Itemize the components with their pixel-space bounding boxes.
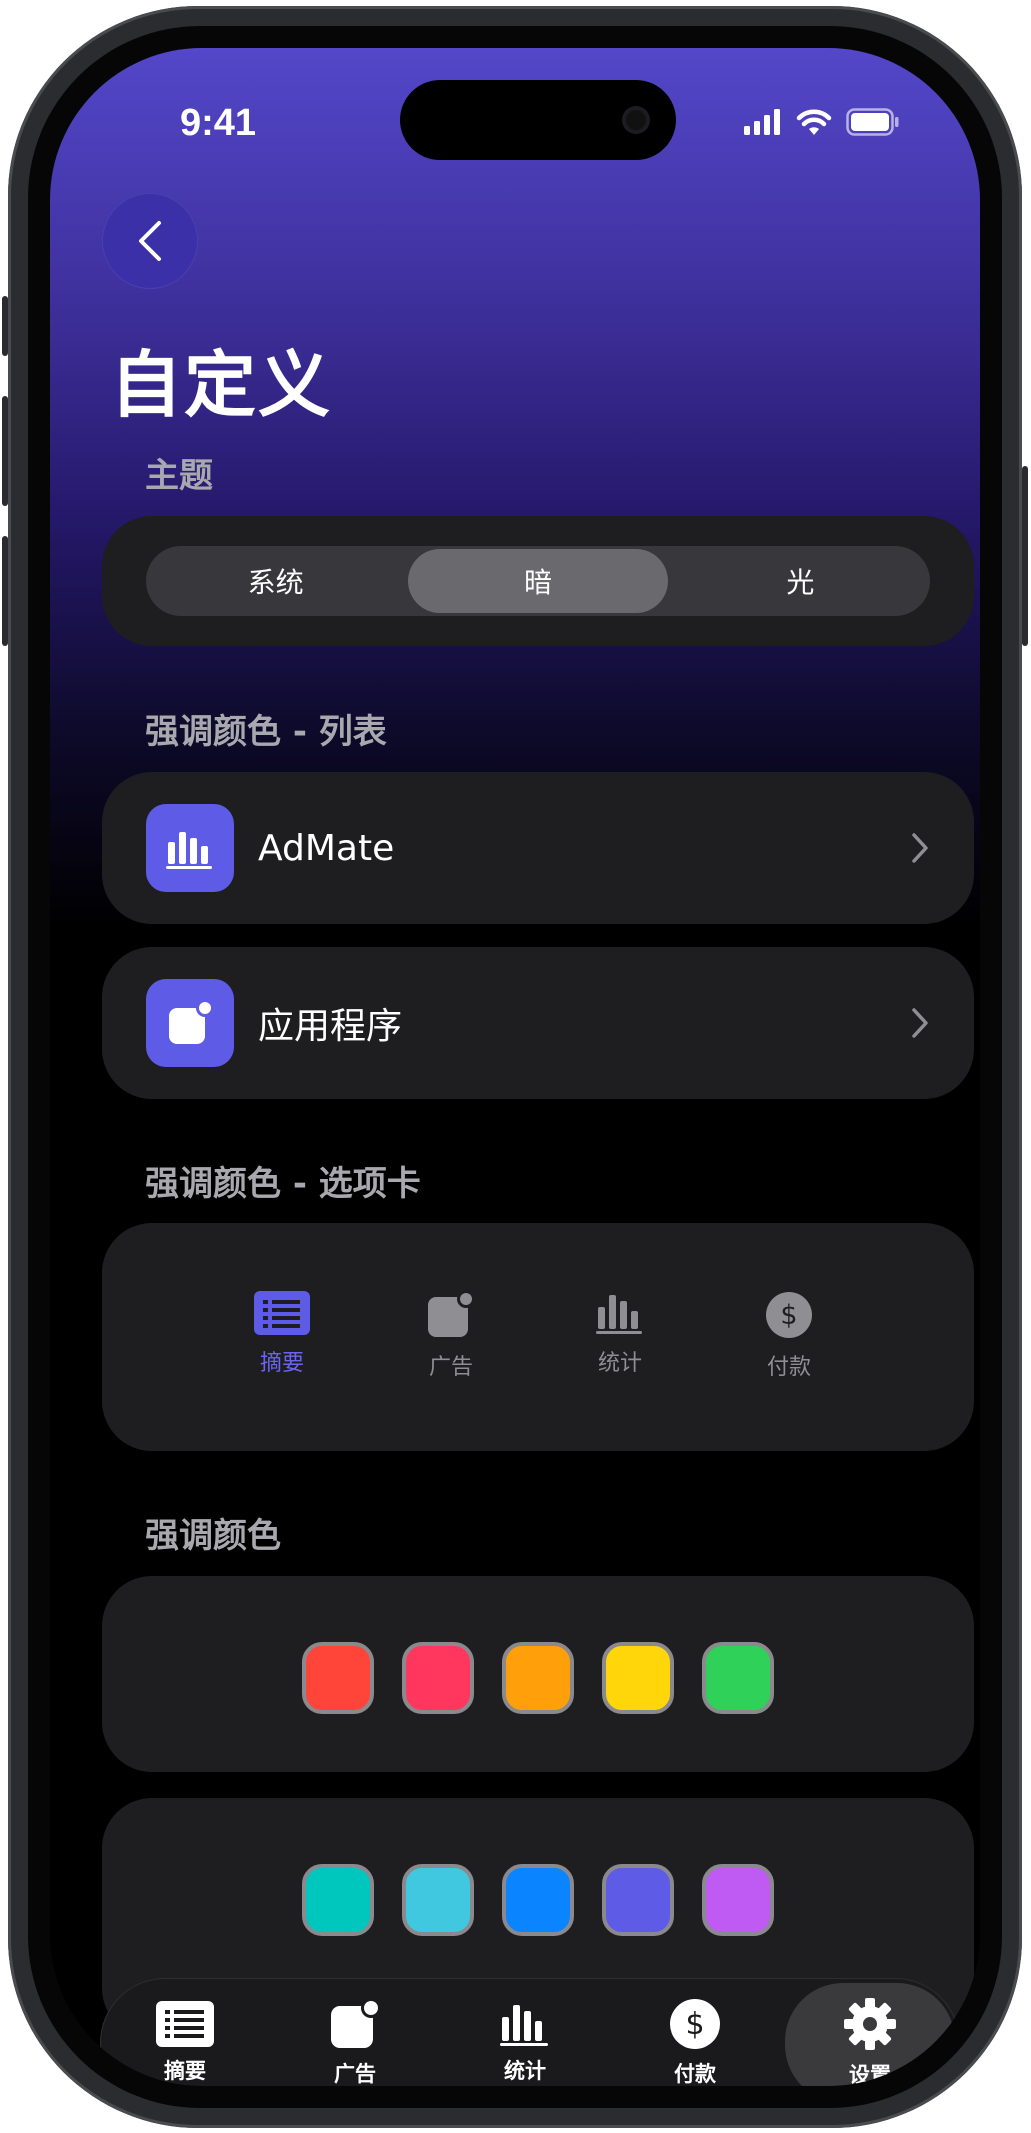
chevron-right-icon	[912, 1008, 928, 1038]
color-swatch[interactable]	[602, 1864, 674, 1936]
dollar-circle-icon: $	[766, 1292, 812, 1338]
list-item-label: 应用程序	[258, 1006, 403, 1047]
list-item-admate[interactable]: AdMate	[102, 772, 974, 924]
tab-label: 统计	[504, 2059, 546, 2083]
list-icon	[156, 2001, 214, 2047]
status-icons	[744, 108, 900, 136]
chevron-right-icon	[912, 833, 928, 863]
volume-down-button	[2, 536, 8, 646]
tab-label: 付款	[674, 2062, 716, 2086]
tab-label: 设置	[849, 2063, 891, 2086]
app-badge-icon	[146, 979, 234, 1067]
tab-label: 摘要	[164, 2059, 206, 2083]
page-title: 自定义	[110, 343, 333, 427]
battery-icon	[846, 108, 899, 136]
theme-segmented-control: 系统 暗 光	[146, 546, 930, 616]
list-item-label: AdMate	[258, 827, 395, 869]
theme-option-system[interactable]: 系统	[146, 546, 405, 616]
action-button	[2, 296, 8, 356]
tab-preview-payments[interactable]: $ 付款	[744, 1291, 834, 1381]
theme-option-light[interactable]: 光	[671, 546, 930, 616]
accent-tabs-card: 摘要 广告 统计 $ 付款	[102, 1223, 974, 1451]
tab-bar: 摘要 广告 统计 $ 付款 设置	[100, 1978, 960, 2086]
bezel: 9:41 自定义 主题 系统 暗 光 强调颜色 - 列表 AdMate 应用程序…	[28, 26, 1002, 2108]
tab-preview-label: 广告	[428, 1355, 473, 1380]
color-swatch[interactable]	[302, 1642, 374, 1714]
tab-preview-ads[interactable]: 广告	[406, 1291, 496, 1381]
accent-list-label: 强调颜色 - 列表	[145, 712, 387, 752]
theme-label: 主题	[145, 456, 213, 496]
power-button	[1022, 466, 1028, 646]
app-badge-icon	[331, 1998, 381, 2048]
tab-label: 广告	[334, 2062, 376, 2086]
tab-preview-label: 统计	[597, 1351, 642, 1376]
list-item-apps[interactable]: 应用程序	[102, 947, 974, 1099]
tab-payments[interactable]: $ 付款	[610, 1978, 780, 2086]
color-swatch[interactable]	[302, 1864, 374, 1936]
bar-chart-icon	[146, 804, 234, 892]
accent-colors-label: 强调颜色	[145, 1516, 281, 1556]
color-swatch[interactable]	[402, 1864, 474, 1936]
wifi-icon	[796, 109, 832, 135]
tab-summary[interactable]: 摘要	[100, 1978, 270, 2086]
tab-preview-summary[interactable]: 摘要	[237, 1291, 327, 1381]
tab-preview-label: 摘要	[259, 1351, 304, 1376]
camera-icon	[622, 106, 650, 134]
dollar-circle-icon: $	[670, 1999, 720, 2049]
color-swatch[interactable]	[702, 1642, 774, 1714]
phone-frame: 9:41 自定义 主题 系统 暗 光 强调颜色 - 列表 AdMate 应用程序…	[2, 6, 1028, 2128]
svg-text:$: $	[685, 2007, 704, 2042]
tab-stats[interactable]: 统计	[440, 1978, 610, 2086]
app-badge-icon	[428, 1291, 475, 1337]
bar-chart-icon	[500, 2005, 548, 2046]
color-swatch[interactable]	[702, 1864, 774, 1936]
color-swatch[interactable]	[402, 1642, 474, 1714]
screen: 9:41 自定义 主题 系统 暗 光 强调颜色 - 列表 AdMate 应用程序…	[50, 48, 980, 2086]
signal-icon	[744, 109, 780, 135]
list-icon	[254, 1291, 310, 1335]
accent-tabs-label: 强调颜色 - 选项卡	[145, 1164, 421, 1204]
tab-settings[interactable]: 设置	[785, 1983, 955, 2086]
chevron-left-icon	[139, 221, 161, 261]
tab-preview-label: 付款	[766, 1355, 811, 1380]
volume-up-button	[2, 396, 8, 506]
color-swatch[interactable]	[502, 1864, 574, 1936]
dynamic-island	[400, 80, 676, 160]
bar-chart-icon	[596, 1295, 642, 1334]
tab-preview-stats[interactable]: 统计	[575, 1291, 665, 1381]
theme-option-dark[interactable]: 暗	[408, 549, 668, 613]
accent-colors-card-1	[102, 1576, 974, 1772]
tab-ads[interactable]: 广告	[270, 1978, 440, 2086]
color-swatch[interactable]	[502, 1642, 574, 1714]
gear-icon	[844, 1998, 896, 2050]
status-time: 9:41	[180, 102, 257, 144]
color-swatch[interactable]	[602, 1642, 674, 1714]
back-button[interactable]	[102, 193, 198, 289]
theme-card: 系统 暗 光	[102, 516, 974, 646]
svg-text:$: $	[780, 1300, 797, 1331]
